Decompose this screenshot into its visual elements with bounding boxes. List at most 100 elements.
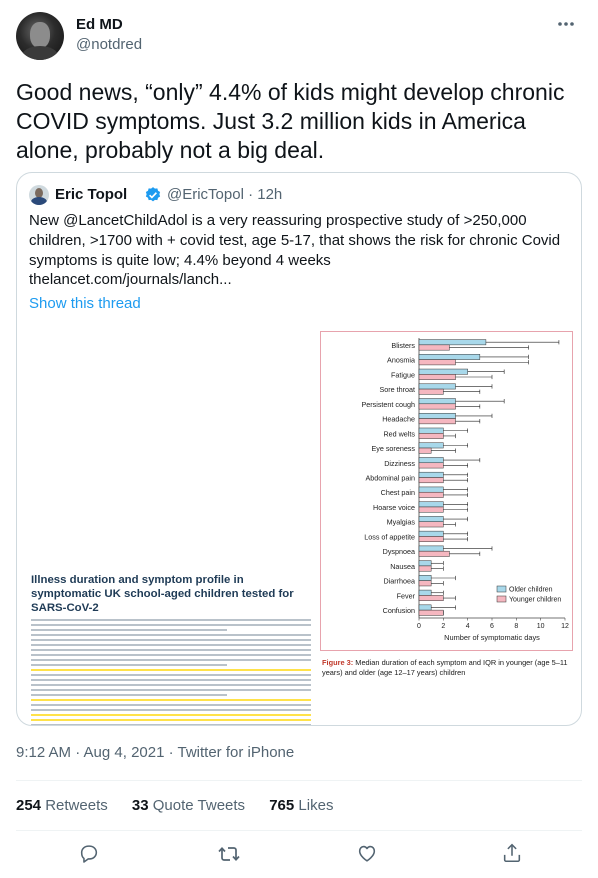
bar-younger (418, 565, 432, 572)
show-thread-link[interactable]: Show this thread (29, 295, 141, 312)
tweet-timestamp[interactable]: 9:12 AM · Aug 4, 2021 · Twitter for iPho… (16, 744, 294, 761)
divider (16, 780, 582, 781)
category-label: Eye soreness (371, 444, 415, 453)
likes-stat[interactable]: 765 Likes (269, 797, 333, 814)
tweet-stats: 254 Retweets 33 Quote Tweets 765 Likes (16, 797, 353, 814)
x-tick-label: 12 (561, 623, 569, 630)
divider (16, 830, 582, 831)
bar-older (418, 486, 444, 493)
bar-older (418, 457, 444, 464)
category-label: Myalgias (387, 518, 416, 527)
bar-older (418, 383, 456, 390)
category-label: Dyspnoea (383, 547, 415, 556)
verified-badge-icon (144, 186, 162, 204)
bar-younger (418, 374, 456, 380)
tweet-text: Good news, “only” 4.4% of kids might dev… (16, 79, 565, 163)
bar-older (418, 339, 487, 346)
figure-3: Blisters Anosmia Fatigue Sore throat Persist… (320, 325, 573, 720)
x-tick-label: 0 (417, 623, 421, 630)
figure-caption-text: Median duration of each symptom and IQR … (322, 658, 568, 677)
bar-younger (418, 418, 456, 425)
bar-older (418, 412, 456, 419)
bar-younger (418, 491, 444, 498)
legend-swatch (496, 595, 507, 603)
bar-older (418, 575, 432, 581)
article-image[interactable]: Illness duration and symptom profile in … (27, 325, 573, 725)
figure-caption-label: Figure 3: (322, 658, 354, 667)
article-title: Illness duration and symptom profile in … (31, 574, 294, 614)
quote-tweets-label: Quote Tweets (152, 797, 246, 814)
bar-older (418, 442, 444, 449)
category-label: Hoarse voice (373, 503, 415, 512)
paper-body-lines (31, 619, 311, 725)
bar-younger (418, 609, 444, 616)
category-label: Fever (397, 591, 416, 600)
legend-label: Older children (509, 587, 553, 594)
likes-label: Likes (298, 797, 334, 814)
share-icon[interactable] (501, 842, 525, 866)
quoted-link[interactable]: thelancet.com/journals/lanch... (29, 271, 232, 288)
legend-swatch (496, 585, 507, 593)
avatar[interactable] (16, 12, 64, 60)
category-label: Abdominal pain (365, 474, 415, 483)
bar-younger (418, 506, 444, 513)
x-tick-label: 10 (537, 623, 545, 630)
reply-icon[interactable] (78, 842, 102, 866)
category-label: Confusion (383, 606, 415, 615)
quoted-tweet[interactable]: Eric Topol @EricTopol · 12h New @LancetC… (16, 172, 582, 726)
bar-younger (418, 550, 450, 557)
figure-caption: Figure 3: Median duration of each sympto… (322, 658, 568, 678)
bar-older (418, 368, 468, 375)
bar-younger (418, 433, 444, 439)
bar-older (418, 354, 481, 360)
bar-younger (418, 477, 444, 484)
x-axis-label: Number of symptomatic days (444, 633, 540, 642)
quote-tweets-count: 33 (131, 797, 149, 814)
bar-older (418, 398, 456, 405)
category-label: Fatigue (391, 370, 415, 379)
paper-page: Illness duration and symptom profile in … (27, 325, 317, 725)
bar-younger (418, 403, 456, 410)
tweet-actions (16, 840, 582, 870)
bar-older (418, 471, 444, 478)
likes-count: 765 (269, 797, 295, 814)
category-label: Dizziness (384, 459, 415, 468)
category-label: Diarrhoea (383, 577, 415, 586)
bar-younger (418, 536, 444, 543)
quoted-author-name[interactable]: Eric Topol (55, 186, 127, 203)
bar-younger (418, 580, 432, 587)
bar-younger (418, 344, 450, 351)
x-tick-label: 6 (490, 623, 494, 630)
bar-older (418, 545, 444, 552)
quote-tweets-stat[interactable]: 33 Quote Tweets (132, 797, 245, 814)
bar-older (418, 589, 432, 596)
x-tick-label: 2 (441, 623, 445, 630)
x-tick-label: 8 (514, 623, 518, 630)
quoted-handle-time[interactable]: @EricTopol · 12h (167, 186, 282, 203)
retweets-label: Retweets (45, 797, 108, 814)
category-label: Headache (382, 415, 415, 424)
category-label: Persistent cough (361, 400, 415, 409)
category-label: Loss of appetite (364, 532, 415, 541)
like-icon[interactable] (356, 842, 380, 866)
retweets-stat[interactable]: 254 Retweets (16, 797, 108, 814)
bar-younger (418, 388, 444, 395)
category-label: Chest pain (381, 488, 415, 497)
bar-younger (418, 447, 432, 454)
author-name[interactable]: Ed MD (76, 16, 123, 33)
category-label: Sore throat (379, 385, 415, 394)
bar-older (418, 560, 432, 567)
author-handle[interactable]: @notdred (76, 36, 142, 53)
tweet-header: Ed MD @notdred (16, 12, 582, 62)
bar-older (418, 530, 444, 537)
retweet-icon[interactable] (217, 842, 241, 866)
quoted-avatar[interactable] (29, 185, 49, 205)
more-horizontal-icon[interactable] (552, 14, 580, 36)
category-label: Red welts (383, 429, 415, 438)
x-tick-label: 4 (466, 623, 470, 630)
bar-older (418, 427, 444, 434)
bar-younger (418, 462, 444, 469)
bar-older (418, 501, 444, 508)
category-label: Nausea (390, 562, 415, 571)
legend-label: Younger children (509, 597, 561, 604)
